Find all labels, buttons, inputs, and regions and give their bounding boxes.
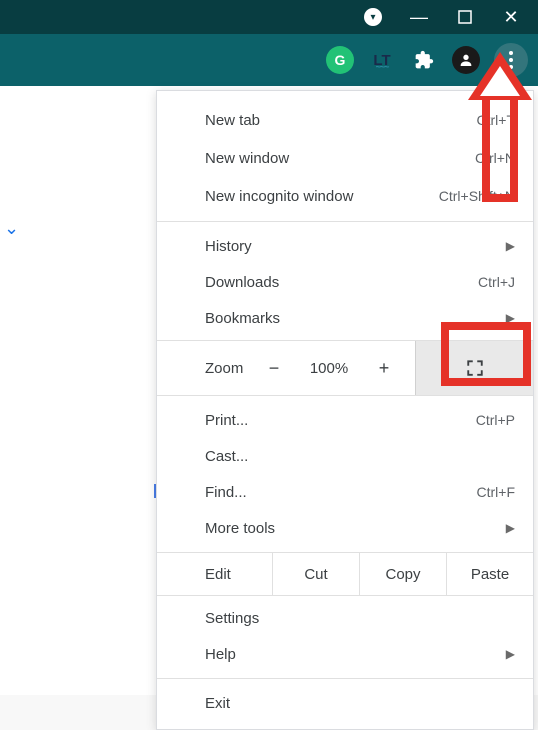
minimize-button[interactable]: —	[396, 0, 442, 34]
zoom-in-button[interactable]: +	[359, 341, 409, 395]
menu-label: Settings	[205, 610, 515, 627]
menu-downloads[interactable]: Downloads Ctrl+J	[157, 264, 533, 300]
menu-label: Exit	[205, 695, 515, 712]
menu-label: History	[205, 238, 506, 255]
titlebar-dropdown-icon[interactable]: ▾	[350, 0, 396, 34]
menu-shortcut: Ctrl+Shift+N	[439, 188, 515, 204]
menu-bookmarks[interactable]: Bookmarks ▶	[157, 300, 533, 336]
fullscreen-button[interactable]	[415, 341, 533, 395]
menu-label: Bookmarks	[205, 310, 506, 327]
menu-shortcut: Ctrl+F	[477, 484, 516, 500]
close-button[interactable]: ✕	[488, 0, 534, 34]
menu-history[interactable]: History ▶	[157, 228, 533, 264]
menu-label: New tab	[205, 112, 477, 129]
zoom-value: 100%	[299, 360, 359, 377]
copy-button[interactable]: Copy	[359, 553, 446, 595]
browser-toolbar: G LT ~~~	[0, 34, 538, 86]
menu-find[interactable]: Find... Ctrl+F	[157, 474, 533, 510]
menu-shortcut: Ctrl+J	[478, 274, 515, 290]
menu-cast[interactable]: Cast...	[157, 438, 533, 474]
submenu-arrow-icon: ▶	[506, 647, 515, 661]
main-menu: New tab Ctrl+T New window Ctrl+N New inc…	[156, 90, 534, 730]
zoom-label: Zoom	[157, 360, 249, 377]
menu-zoom-row: Zoom − 100% +	[157, 340, 533, 396]
window-titlebar: ▾ — ✕	[0, 0, 538, 34]
more-menu-icon[interactable]	[494, 43, 528, 77]
menu-settings[interactable]: Settings	[157, 600, 533, 636]
grammarly-extension-icon[interactable]: G	[326, 46, 354, 74]
menu-label: More tools	[205, 520, 506, 537]
submenu-arrow-icon: ▶	[506, 239, 515, 253]
menu-label: Cast...	[205, 448, 515, 465]
edit-label: Edit	[157, 553, 272, 595]
menu-more-tools[interactable]: More tools ▶	[157, 510, 533, 546]
menu-new-tab[interactable]: New tab Ctrl+T	[157, 101, 533, 139]
menu-print[interactable]: Print... Ctrl+P	[157, 402, 533, 438]
chevron-down-icon[interactable]: ⌄	[4, 218, 19, 239]
menu-exit[interactable]: Exit	[157, 685, 533, 721]
menu-label: Help	[205, 646, 506, 663]
zoom-out-button[interactable]: −	[249, 341, 299, 395]
menu-label: Downloads	[205, 274, 478, 291]
menu-new-incognito[interactable]: New incognito window Ctrl+Shift+N	[157, 177, 533, 215]
menu-shortcut: Ctrl+P	[476, 412, 515, 428]
menu-edit-row: Edit Cut Copy Paste	[157, 552, 533, 596]
extensions-icon[interactable]	[410, 46, 438, 74]
menu-label: New incognito window	[205, 188, 439, 205]
submenu-arrow-icon: ▶	[506, 521, 515, 535]
menu-help[interactable]: Help ▶	[157, 636, 533, 672]
menu-label: New window	[205, 150, 475, 167]
lt-extension-icon[interactable]: LT ~~~	[368, 46, 396, 74]
paste-button[interactable]: Paste	[446, 553, 533, 595]
menu-shortcut: Ctrl+N	[475, 150, 515, 166]
submenu-arrow-icon: ▶	[506, 311, 515, 325]
menu-label: Find...	[205, 484, 477, 501]
cut-button[interactable]: Cut	[272, 553, 359, 595]
menu-new-window[interactable]: New window Ctrl+N	[157, 139, 533, 177]
maximize-button[interactable]	[442, 0, 488, 34]
menu-shortcut: Ctrl+T	[477, 112, 516, 128]
menu-label: Print...	[205, 412, 476, 429]
profile-icon[interactable]	[452, 46, 480, 74]
